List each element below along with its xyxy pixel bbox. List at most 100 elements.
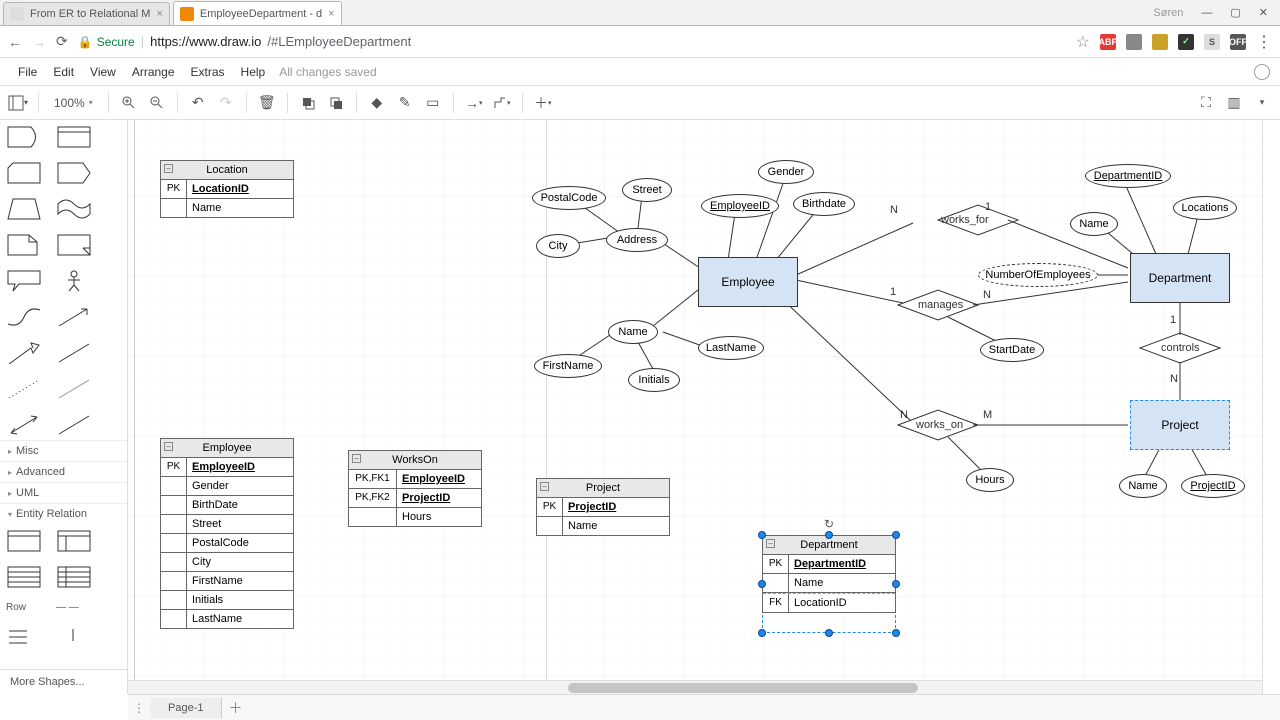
attr-address[interactable]: Address	[606, 228, 668, 252]
insert-icon[interactable]: ＋▾	[531, 91, 555, 115]
ext-icon[interactable]	[1152, 34, 1168, 50]
attr-name-dept[interactable]: Name	[1070, 212, 1118, 236]
ext-abp-icon[interactable]: ABP	[1100, 34, 1116, 50]
bookmark-star-icon[interactable]: ☆	[1076, 32, 1090, 52]
tab-close-icon[interactable]: ×	[156, 8, 162, 20]
attr-name[interactable]: Name	[608, 320, 658, 344]
resize-handle[interactable]	[825, 531, 833, 539]
shape-wave[interactable]	[56, 198, 92, 220]
menu-file[interactable]: File	[10, 61, 45, 83]
attr-initials[interactable]: Initials	[628, 368, 680, 392]
ext-icon[interactable]: OFF	[1230, 34, 1246, 50]
er-shape-table[interactable]	[6, 530, 42, 552]
horizontal-scrollbar[interactable]	[128, 680, 1262, 694]
shape-halfrounded[interactable]	[6, 126, 42, 148]
table-workson[interactable]: –WorksOn PK,FK1EmployeeID PK,FK2ProjectI…	[348, 450, 482, 527]
menu-arrange[interactable]: Arrange	[124, 61, 183, 83]
zoom-out-icon[interactable]	[145, 91, 169, 115]
shape-card[interactable]	[6, 162, 42, 184]
attr-firstname[interactable]: FirstName	[534, 354, 602, 378]
attr-projectid[interactable]: ProjectID	[1181, 474, 1245, 498]
connection-icon[interactable]: →▾	[462, 91, 486, 115]
undo-icon[interactable]: ↶	[186, 91, 210, 115]
fill-color-icon[interactable]: ◆	[365, 91, 389, 115]
sidebar-section-er[interactable]: Entity Relation	[0, 503, 127, 524]
reload-icon[interactable]: ⟳	[56, 33, 68, 50]
attr-street[interactable]: Street	[622, 178, 672, 202]
window-minimize-icon[interactable]: —	[1201, 7, 1212, 19]
shape-bi-arrow[interactable]	[6, 414, 42, 436]
redo-icon[interactable]: ↷	[214, 91, 238, 115]
shape-callout[interactable]	[6, 270, 42, 292]
resize-handle[interactable]	[758, 629, 766, 637]
entity-employee[interactable]: Employee	[698, 257, 798, 307]
rotate-handle-icon[interactable]: ↻	[824, 517, 834, 531]
back-icon[interactable]: ←	[8, 34, 22, 50]
line-color-icon[interactable]: ✎	[393, 91, 417, 115]
shape-folded[interactable]	[56, 234, 92, 256]
menu-dots-icon[interactable]: ⋮	[1256, 32, 1272, 52]
url-field[interactable]: 🔒 Secure | https://www.draw.io/#LEmploye…	[78, 34, 1066, 49]
attr-name-proj[interactable]: Name	[1119, 474, 1167, 498]
menu-extras[interactable]: Extras	[183, 61, 233, 83]
add-page-icon[interactable]: ＋	[222, 698, 248, 718]
attr-locations[interactable]: Locations	[1173, 196, 1237, 220]
zoom-in-icon[interactable]	[117, 91, 141, 115]
attr-birthdate[interactable]: Birthdate	[793, 192, 855, 216]
forward-icon[interactable]: →	[32, 34, 46, 50]
er-shape-bars[interactable]	[6, 627, 42, 649]
shape-arrow-tag[interactable]	[56, 162, 92, 184]
resize-handle[interactable]	[758, 580, 766, 588]
shape-trapezoid[interactable]	[6, 198, 42, 220]
er-shape-list[interactable]	[6, 566, 42, 588]
table-project[interactable]: –Project PKProjectID Name	[536, 478, 670, 536]
format-panel-icon[interactable]: ▥	[1222, 91, 1246, 115]
page-menu-icon[interactable]: ⋮	[128, 701, 150, 715]
ext-icon[interactable]: ✓	[1178, 34, 1194, 50]
entity-department[interactable]: Department	[1130, 253, 1230, 303]
attr-gender[interactable]: Gender	[758, 160, 814, 184]
attr-postalcode[interactable]: PostalCode	[532, 186, 606, 210]
window-maximize-icon[interactable]: ▢	[1230, 6, 1240, 19]
page-tab[interactable]: Page-1	[150, 698, 222, 718]
sidebar-section-misc[interactable]: Misc	[0, 440, 127, 461]
browser-tab-active[interactable]: EmployeeDepartment - d ×	[173, 1, 342, 25]
er-shape-tick[interactable]	[56, 627, 92, 649]
attr-lastname[interactable]: LastName	[698, 336, 764, 360]
resize-handle[interactable]	[892, 531, 900, 539]
table-location[interactable]: –Location PKLocationID Name	[160, 160, 294, 218]
attr-city[interactable]: City	[536, 234, 580, 258]
resize-handle[interactable]	[758, 531, 766, 539]
sidebar-section-uml[interactable]: UML	[0, 482, 127, 503]
to-back-icon[interactable]	[324, 91, 348, 115]
resize-handle[interactable]	[892, 580, 900, 588]
entity-project-selected[interactable]: Project	[1130, 400, 1230, 450]
sidebar-section-advanced[interactable]: Advanced	[0, 461, 127, 482]
shape-line[interactable]	[56, 414, 92, 436]
menu-help[interactable]: Help	[233, 61, 274, 83]
tab-close-icon[interactable]: ×	[328, 8, 334, 20]
language-icon[interactable]	[1254, 64, 1270, 80]
shape-thin-line[interactable]	[56, 378, 92, 400]
right-panel-collapsed[interactable]	[1262, 120, 1280, 694]
er-shape-table2[interactable]	[56, 530, 92, 552]
menu-edit[interactable]: Edit	[45, 61, 82, 83]
attr-employeeid[interactable]: EmployeeID	[701, 194, 779, 218]
resize-handle[interactable]	[825, 629, 833, 637]
zoom-dropdown[interactable]: 100% ▾	[47, 93, 100, 113]
ext-icon[interactable]: S	[1204, 34, 1220, 50]
shape-panel[interactable]	[56, 126, 92, 148]
er-shape-list2[interactable]	[56, 566, 92, 588]
shape-thick-arrow[interactable]	[6, 342, 42, 364]
fullscreen-icon[interactable]: ⛶	[1194, 91, 1218, 115]
attr-hours[interactable]: Hours	[966, 468, 1014, 492]
browser-tab-inactive[interactable]: From ER to Relational M ×	[3, 2, 170, 25]
more-shapes-button[interactable]: More Shapes...	[0, 669, 127, 694]
shape-arrow-ne[interactable]	[56, 306, 92, 328]
table-employee[interactable]: –Employee PKEmployeeID Gender BirthDate …	[160, 438, 294, 629]
sidebar-toggle-icon[interactable]: ▾	[6, 91, 30, 115]
shape-line-diag[interactable]	[56, 342, 92, 364]
attr-departmentid[interactable]: DepartmentID	[1085, 164, 1171, 188]
ext-icon[interactable]	[1126, 34, 1142, 50]
window-close-icon[interactable]: ✕	[1259, 6, 1268, 19]
